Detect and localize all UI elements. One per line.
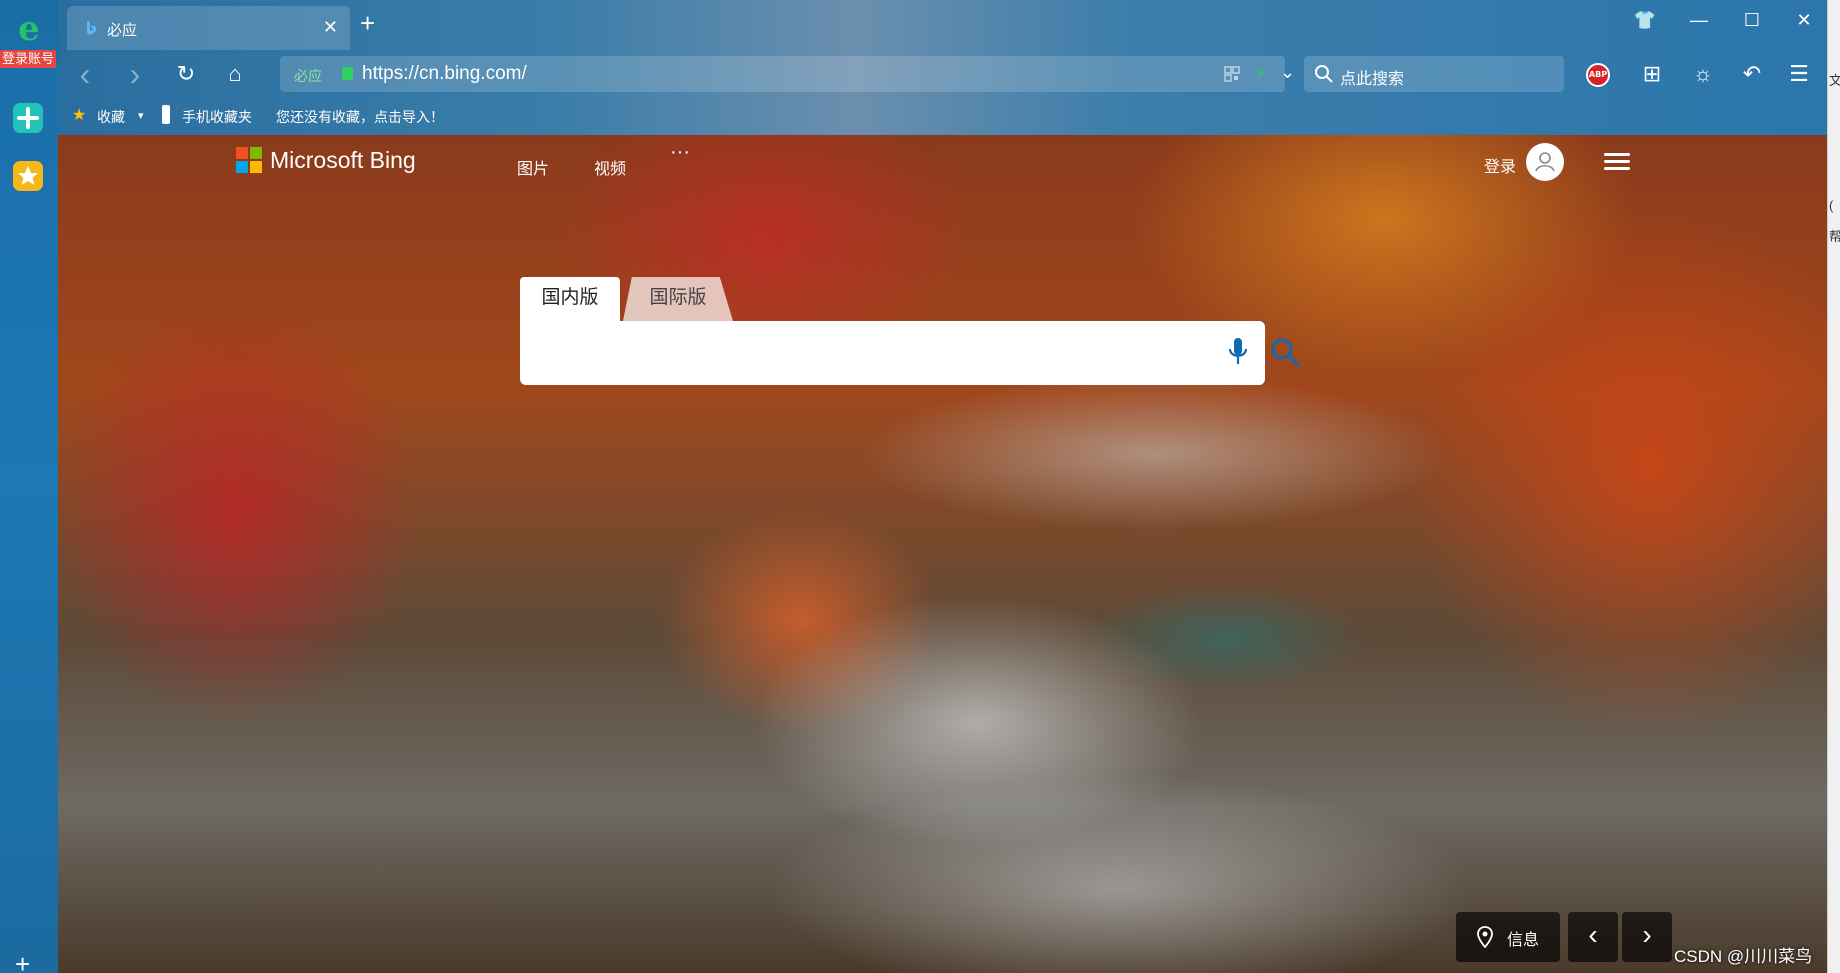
nav-more-icon[interactable]: ··· xyxy=(670,141,690,164)
previous-image-button[interactable]: ‹ xyxy=(1568,912,1618,962)
nav-videos[interactable]: 视频 xyxy=(594,155,626,179)
bing-favicon-icon xyxy=(87,21,96,35)
search-submit-icon[interactable] xyxy=(1268,335,1302,369)
image-info-button[interactable]: 信息 xyxy=(1456,912,1560,962)
bookmarks-bar: ★ 收藏 ▾ 手机收藏夹 您还没有收藏，点击导入！ xyxy=(58,98,1827,135)
import-favorites-hint[interactable]: 您还没有收藏，点击导入！ xyxy=(276,107,444,127)
sign-in-link[interactable]: 登录 xyxy=(1484,153,1516,177)
address-site-name: 必应 xyxy=(294,68,322,84)
favorites-star-icon: ★ xyxy=(72,107,87,124)
security-shield-icon[interactable]: ⚡ xyxy=(1255,64,1266,84)
main-menu-icon[interactable]: ☰ xyxy=(1785,60,1813,88)
address-url[interactable]: https://cn.bing.com/ xyxy=(362,63,527,85)
microphone-icon[interactable] xyxy=(1225,335,1251,369)
new-tab-button[interactable]: + xyxy=(360,10,375,36)
tab-domestic[interactable]: 国内版 xyxy=(520,277,620,321)
favorites-button[interactable]: 收藏 xyxy=(97,107,125,127)
tab-close-icon[interactable]: ✕ xyxy=(323,17,338,38)
browser-logo-icon[interactable]: e xyxy=(14,12,44,46)
close-window-button[interactable]: ✕ xyxy=(1790,10,1818,31)
microsoft-logo-icon xyxy=(236,147,262,173)
next-image-button[interactable]: › xyxy=(1622,912,1672,962)
address-dropdown-icon[interactable]: ⌄ xyxy=(1280,62,1295,83)
skin-icon[interactable]: 👕 xyxy=(1631,10,1659,31)
search-placeholder: 点此搜索 xyxy=(1340,71,1405,88)
tab-bar: 必应 ✕ + 👕 — ☐ ✕ xyxy=(58,0,1827,50)
tab-bing[interactable]: 必应 ✕ xyxy=(67,6,350,50)
adjacent-window-edge: 文 ( 帮 xyxy=(1827,0,1840,973)
nav-images[interactable]: 图片 xyxy=(517,155,549,179)
minimize-button[interactable]: — xyxy=(1685,10,1713,31)
undo-icon[interactable]: ↶ xyxy=(1738,60,1766,88)
bing-search-input[interactable] xyxy=(538,335,1138,371)
favorites-dropdown-icon[interactable]: ▾ xyxy=(138,109,144,122)
brightness-icon[interactable]: ☼ xyxy=(1689,60,1717,88)
bing-brand-text: Microsoft Bing xyxy=(270,147,416,173)
location-pin-icon xyxy=(1477,926,1493,948)
refresh-button[interactable]: ↻ xyxy=(172,60,200,88)
bing-homepage: Microsoft Bing 图片 视频 ··· 登录 国内版 国际版 信息 ‹… xyxy=(58,135,1827,973)
back-button[interactable]: ‹ xyxy=(71,58,99,90)
avatar-icon[interactable] xyxy=(1526,143,1564,181)
favorites-star-icon[interactable] xyxy=(13,161,43,191)
navigation-toolbar: ‹ › ↻ ⌂ 必应 https://cn.bing.com/ ⚡ ⌄ 点此搜索… xyxy=(58,50,1827,98)
tab-international[interactable]: 国际版 xyxy=(623,277,733,321)
info-label: 信息 xyxy=(1507,932,1540,949)
edge-text: 帮 xyxy=(1829,226,1840,245)
mobile-favorites-link[interactable]: 手机收藏夹 xyxy=(182,107,252,127)
edge-text: ( xyxy=(1829,198,1834,213)
address-bar[interactable]: 必应 https://cn.bing.com/ ⚡ ⌄ xyxy=(280,56,1295,92)
mobile-phone-icon xyxy=(162,105,170,124)
maximize-button[interactable]: ☐ xyxy=(1738,10,1766,31)
plus-app-icon[interactable] xyxy=(13,103,43,133)
bing-search-box xyxy=(520,321,1265,385)
browser-side-panel: e 登录账号 + xyxy=(0,0,58,973)
login-account-button[interactable]: 登录账号 xyxy=(0,50,56,68)
browser-chrome: 必应 ✕ + 👕 — ☐ ✕ ‹ › ↻ ⌂ 必应 https://cn.bin… xyxy=(58,0,1827,135)
secure-lock-icon xyxy=(342,67,353,80)
home-button[interactable]: ⌂ xyxy=(221,60,249,88)
edge-text: 文 xyxy=(1829,70,1840,89)
search-icon xyxy=(1315,65,1333,83)
forward-button[interactable]: › xyxy=(121,58,149,90)
hamburger-menu-icon[interactable] xyxy=(1604,153,1630,171)
adblock-plus-icon[interactable]: ABP xyxy=(1586,63,1610,87)
app-grid-icon[interactable]: ⊞ xyxy=(1638,60,1666,88)
browser-search-box[interactable]: 点此搜索 xyxy=(1304,56,1564,92)
csdn-watermark: CSDN @川川菜鸟 xyxy=(1674,947,1813,966)
qr-code-icon[interactable] xyxy=(1224,66,1240,82)
tab-title: 必应 xyxy=(107,22,138,39)
add-panel-button[interactable]: + xyxy=(15,951,30,973)
